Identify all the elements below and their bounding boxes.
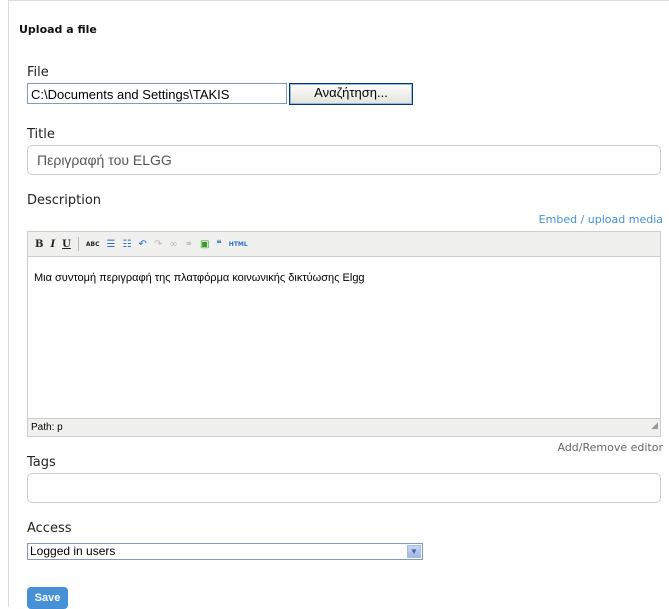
editor-content[interactable]: Μια συντομή περιγραφή της πλατφόρμα κοιν… — [34, 272, 365, 284]
file-label: File — [27, 65, 49, 80]
file-path-input[interactable]: C:\Documents and Settings\TAKIS — [27, 83, 287, 104]
description-editor[interactable]: B I U ABC ☰ ☷ ↶ ↷ ∞ ⚭ ▣ ❝ HTML Μια συντο… — [27, 231, 661, 437]
undo-icon[interactable]: ↶ — [138, 239, 146, 250]
access-label: Access — [27, 521, 72, 536]
browse-button[interactable]: Αναζήτηση... — [289, 83, 413, 105]
link-icon[interactable]: ∞ — [169, 239, 177, 250]
spellcheck-icon[interactable]: ABC — [86, 241, 100, 248]
bullet-list-icon[interactable]: ☰ — [107, 239, 116, 250]
resize-handle-icon[interactable]: ◢ — [651, 417, 658, 434]
description-label: Description — [27, 193, 102, 208]
title-input[interactable]: Περιγραφή του ELGG — [27, 145, 661, 175]
blockquote-icon[interactable]: ❝ — [216, 239, 221, 250]
underline-icon[interactable]: U — [62, 239, 71, 250]
unlink-icon[interactable]: ⚭ — [185, 239, 193, 250]
tags-label: Tags — [27, 455, 56, 470]
bold-icon[interactable]: B — [35, 239, 43, 250]
editor-toolbar: B I U ABC ☰ ☷ ↶ ↷ ∞ ⚭ ▣ ❝ HTML — [28, 232, 660, 257]
path-text: Path: p — [31, 422, 63, 433]
access-select-value: Logged in users — [30, 544, 116, 558]
title-label: Title — [27, 127, 55, 142]
editor-status-bar: Path: p ◢ — [28, 418, 660, 436]
embed-upload-media-link[interactable]: Embed / upload media — [539, 213, 663, 226]
italic-icon[interactable]: I — [50, 239, 55, 250]
upload-panel: Upload a file File C:\Documents and Sett… — [8, 0, 669, 609]
add-remove-editor-link[interactable]: Add/Remove editor — [557, 441, 663, 454]
image-icon[interactable]: ▣ — [200, 239, 209, 250]
toolbar-separator — [77, 237, 79, 251]
tags-input[interactable] — [27, 473, 661, 503]
panel-title: Upload a file — [19, 23, 97, 36]
numbered-list-icon[interactable]: ☷ — [122, 239, 131, 250]
html-icon[interactable]: HTML — [229, 241, 248, 248]
redo-icon[interactable]: ↷ — [154, 239, 162, 250]
access-select[interactable]: Logged in users ▼ — [27, 543, 423, 560]
chevron-down-icon[interactable]: ▼ — [407, 545, 421, 558]
